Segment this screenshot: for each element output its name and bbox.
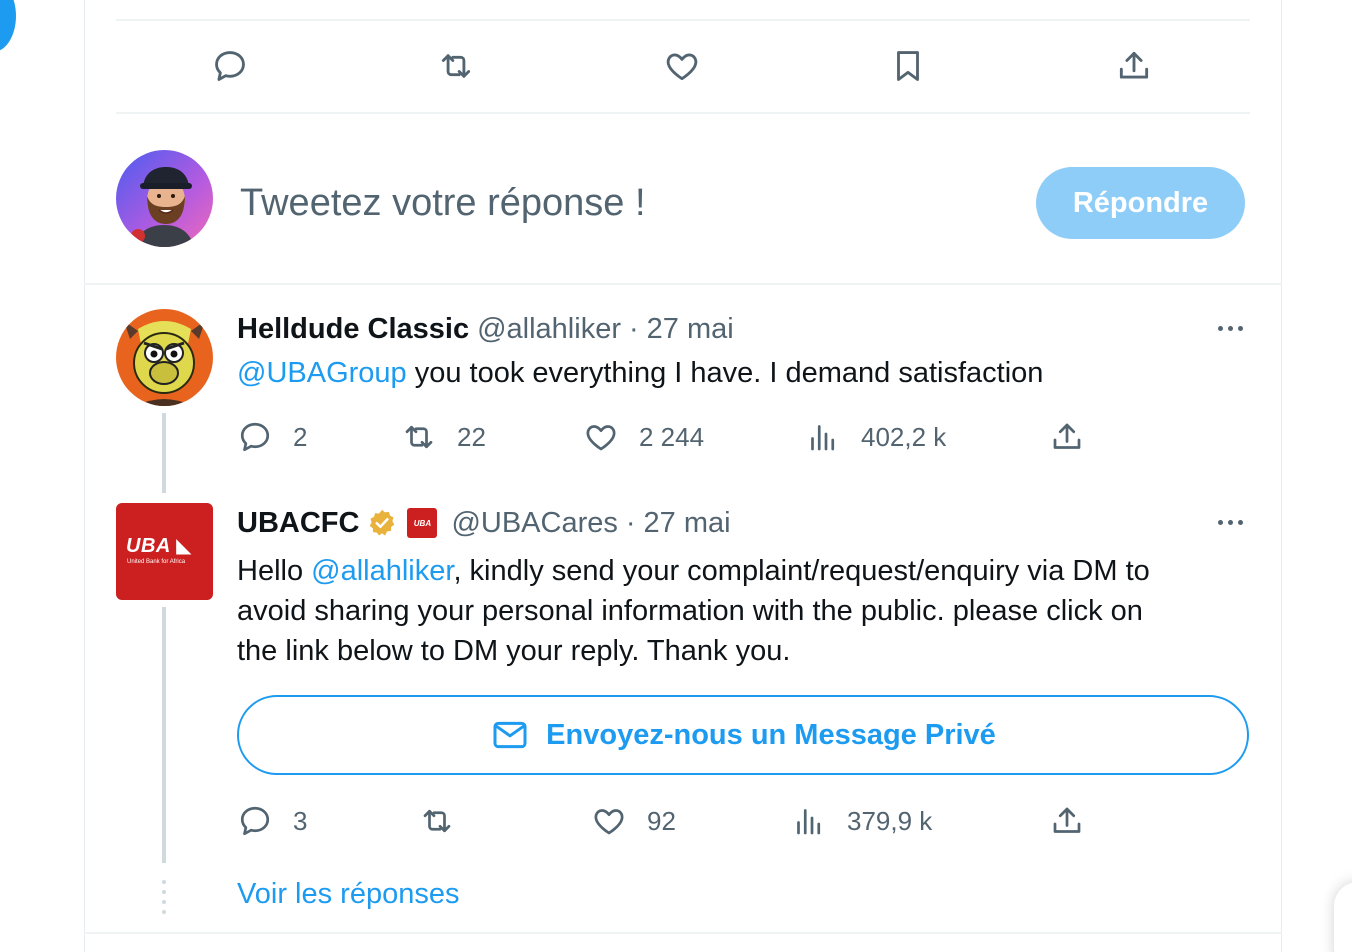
retweet-icon bbox=[405, 425, 433, 449]
reply-tweet-ubacfc[interactable]: UBA ◣ United Bank for Africa UBACFC UBA … bbox=[116, 503, 1250, 863]
reply-icon bbox=[215, 51, 245, 81]
author-handle[interactable]: @UBACares bbox=[451, 507, 617, 540]
like-icon bbox=[666, 53, 698, 81]
reply-button[interactable]: 2 bbox=[237, 415, 307, 459]
like-button[interactable] bbox=[662, 46, 702, 86]
mention-link[interactable]: @UBAGroup bbox=[237, 357, 407, 389]
send-dm-label: Envoyez-nous un Message Privé bbox=[546, 718, 996, 751]
tweet-header: UBACFC UBA @UBACares · 27 mai bbox=[237, 503, 731, 543]
share-button[interactable] bbox=[1114, 46, 1154, 86]
more-icon-dot bbox=[1227, 325, 1233, 331]
share-icon bbox=[1053, 807, 1081, 833]
author-name[interactable]: Helldude Classic bbox=[237, 313, 469, 346]
like-button[interactable]: 2 244 bbox=[583, 415, 704, 459]
retweet-button[interactable]: 22 bbox=[401, 415, 486, 459]
retweet-count: 22 bbox=[457, 421, 486, 452]
divider-top bbox=[116, 19, 1250, 21]
tweet-text-line-2: avoid sharing your personal information … bbox=[237, 595, 1143, 627]
like-button[interactable]: 92 bbox=[591, 799, 676, 843]
more-icon bbox=[1217, 519, 1223, 525]
divider-bottom bbox=[84, 932, 1282, 934]
share-button[interactable] bbox=[1049, 799, 1085, 843]
retweet-icon bbox=[441, 54, 471, 78]
bookmark-button[interactable] bbox=[888, 46, 928, 86]
tweet-avatar-uba[interactable]: UBA ◣ United Bank for Africa bbox=[116, 503, 213, 600]
more-options-button[interactable] bbox=[1210, 313, 1250, 343]
view-count: 379,9 k bbox=[847, 805, 933, 836]
reply-composer: Répondre bbox=[116, 150, 1250, 250]
tweet-action-bar: 3 92 379,9 k bbox=[237, 799, 1117, 843]
divider-below-composer bbox=[84, 283, 1282, 285]
verified-icon[interactable] bbox=[367, 508, 397, 538]
dot bbox=[162, 900, 166, 904]
tweet-text-line-1: Hello @allahliker, kindly send your comp… bbox=[237, 555, 1150, 587]
thread-line bbox=[162, 607, 166, 863]
uba-logo: UBA ◣ bbox=[126, 535, 193, 557]
divider-below-actions bbox=[116, 112, 1250, 114]
view-count: 402,2 k bbox=[861, 421, 947, 452]
messages-drawer-edge[interactable] bbox=[1334, 882, 1352, 952]
tweet-text-body: you took everything I have. I demand sat… bbox=[406, 357, 1044, 389]
thread-line bbox=[162, 413, 166, 493]
views-icon bbox=[797, 809, 821, 835]
reply-count: 3 bbox=[293, 805, 308, 836]
see-replies-link[interactable]: Voir les réponses bbox=[237, 878, 459, 911]
bookmark-icon bbox=[897, 51, 919, 81]
user-avatar[interactable] bbox=[116, 150, 213, 247]
share-button[interactable] bbox=[1049, 415, 1085, 459]
tweet-text: Hello @allahliker, kindly send your comp… bbox=[237, 551, 1249, 671]
views-button[interactable]: 379,9 k bbox=[791, 799, 932, 843]
share-icon bbox=[1053, 423, 1081, 449]
like-icon bbox=[594, 809, 624, 835]
tweet-action-bar: 2 22 2 244 402,2 k bbox=[237, 415, 1117, 459]
dot bbox=[162, 910, 166, 914]
views-icon bbox=[811, 425, 835, 451]
reply-button[interactable]: 3 bbox=[237, 799, 307, 843]
send-dm-button[interactable]: Envoyez-nous un Message Privé bbox=[237, 695, 1249, 775]
thread-continuation-dots bbox=[162, 880, 166, 914]
author-handle[interactable]: @allahliker bbox=[477, 313, 621, 346]
separator: · bbox=[628, 312, 639, 345]
like-count: 92 bbox=[647, 805, 676, 836]
mention-link[interactable]: @allahliker bbox=[311, 555, 453, 587]
reply-count: 2 bbox=[293, 421, 308, 452]
retweet-button[interactable] bbox=[436, 46, 476, 86]
mail-icon bbox=[493, 721, 527, 749]
reply-tweet-helldude[interactable]: Helldude Classic @allahliker · 27 mai @U… bbox=[116, 309, 1250, 493]
tweet-header: Helldude Classic @allahliker · 27 mai bbox=[237, 309, 734, 349]
tweet-date[interactable]: 27 mai bbox=[647, 313, 734, 346]
more-icon-dot bbox=[1227, 519, 1233, 525]
retweet-icon bbox=[423, 809, 451, 833]
more-options-button[interactable] bbox=[1210, 507, 1250, 537]
retweet-button[interactable] bbox=[419, 799, 455, 843]
author-name[interactable]: UBACFC bbox=[237, 507, 359, 540]
reply-input[interactable] bbox=[240, 176, 1000, 230]
dot bbox=[162, 880, 166, 884]
affiliate-badge[interactable]: UBA bbox=[407, 508, 438, 538]
tweet-text: @UBAGroup you took everything I have. I … bbox=[237, 353, 1043, 393]
more-icon-dot bbox=[1237, 325, 1243, 331]
views-button[interactable]: 402,2 k bbox=[805, 415, 946, 459]
uba-logo-subtext: United Bank for Africa bbox=[127, 559, 186, 565]
reply-submit-button[interactable]: Répondre bbox=[1036, 167, 1245, 239]
tweet-date[interactable]: 27 mai bbox=[644, 507, 731, 540]
floating-compose-button-edge[interactable] bbox=[0, 0, 16, 52]
more-icon bbox=[1217, 325, 1223, 331]
separator: · bbox=[625, 506, 636, 539]
like-count: 2 244 bbox=[639, 421, 705, 452]
reply-icon bbox=[240, 806, 270, 836]
tweet-avatar-helldude[interactable] bbox=[116, 309, 213, 406]
more-icon-dot bbox=[1237, 519, 1243, 525]
dot bbox=[162, 890, 166, 894]
like-icon bbox=[586, 425, 616, 451]
tweet-text-line-3: the link below to DM your reply. Thank y… bbox=[237, 635, 791, 667]
main-tweet-action-bar bbox=[116, 28, 1250, 106]
share-icon bbox=[1119, 51, 1149, 79]
reply-button[interactable] bbox=[210, 46, 250, 86]
reply-icon bbox=[240, 422, 270, 452]
